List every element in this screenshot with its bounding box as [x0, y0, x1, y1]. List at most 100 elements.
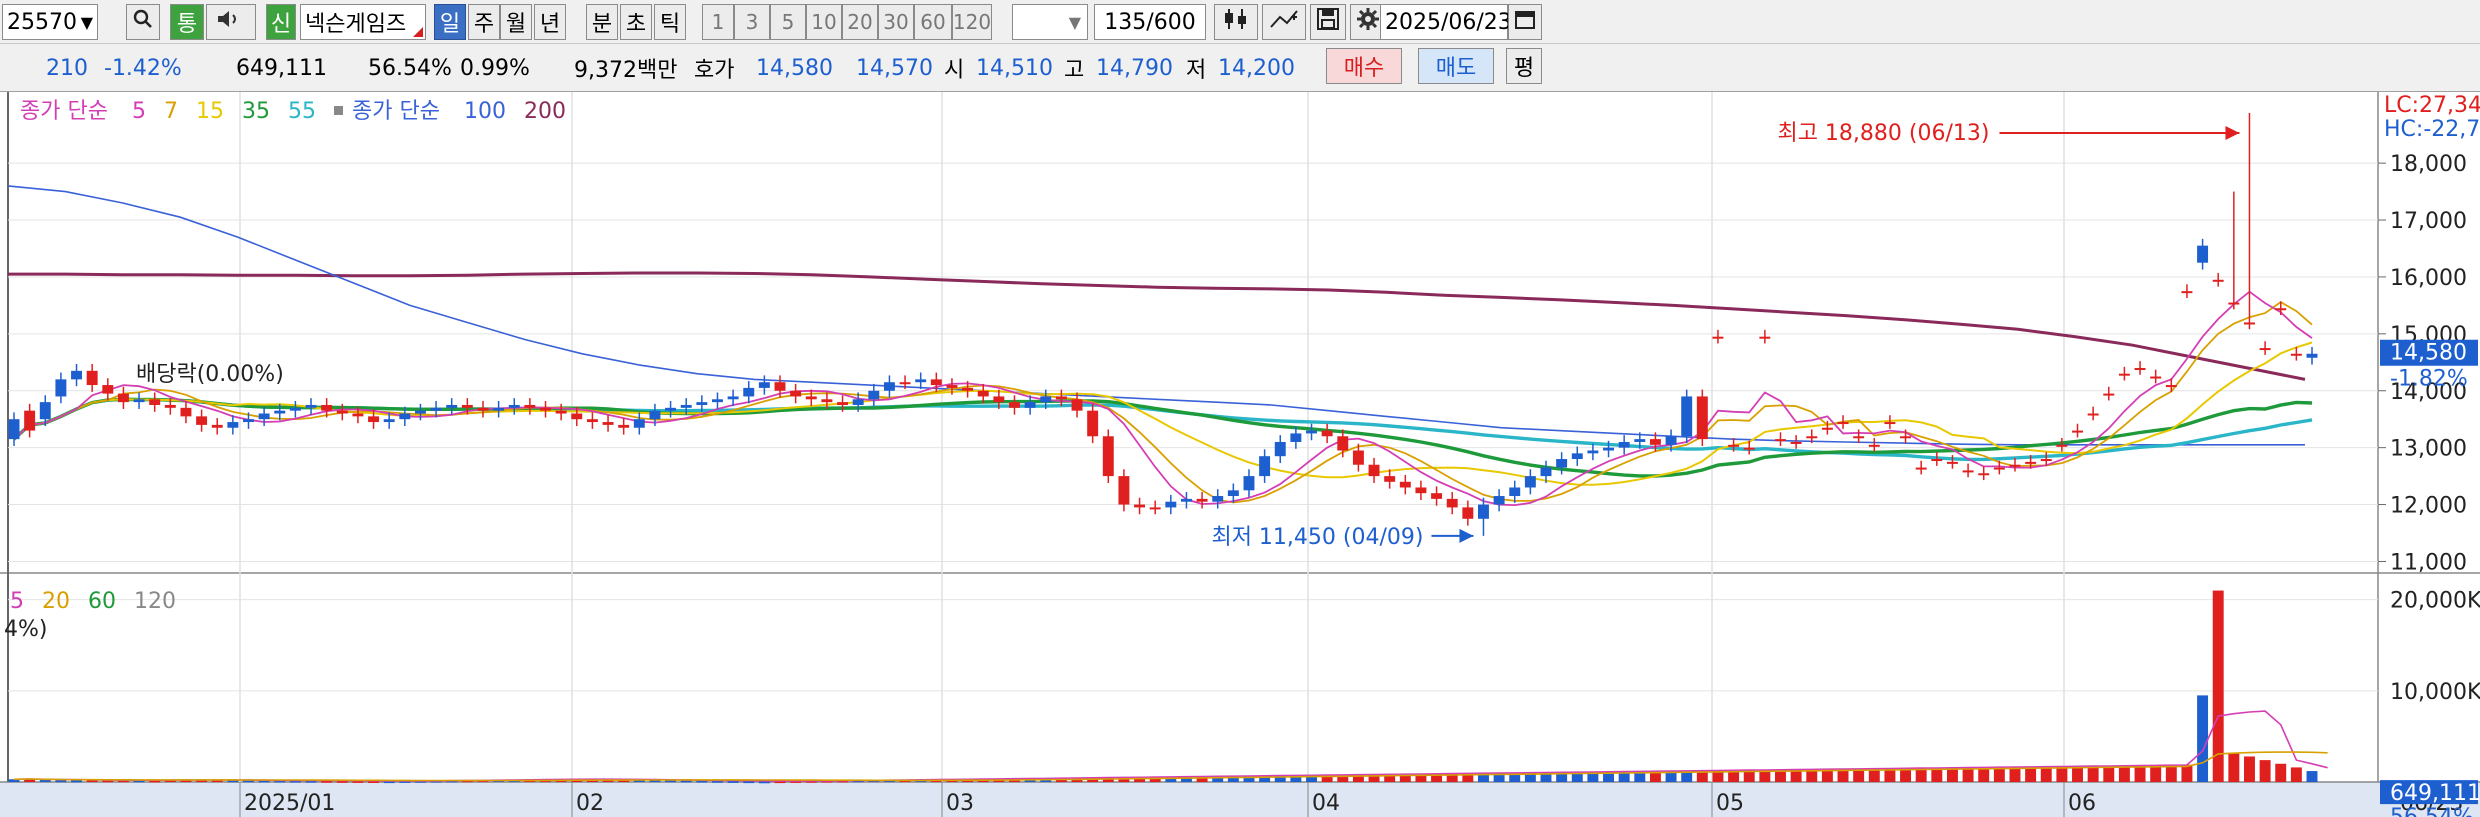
candle-type-button[interactable] — [1214, 4, 1258, 40]
time-axis-panel — [0, 782, 2480, 817]
candle — [2165, 385, 2177, 388]
date-input[interactable]: 2025/06/23 — [1380, 4, 1512, 40]
minute-option-5[interactable]: 5 — [770, 4, 806, 40]
candle — [1306, 430, 1317, 434]
candle — [1509, 487, 1521, 497]
candle — [414, 410, 426, 414]
price-chart[interactable]: 18,00017,00016,00015,00014,00013,00012,0… — [0, 92, 2480, 817]
line-tool-button[interactable] — [1262, 4, 1306, 40]
minute-select[interactable]: ▼ — [1012, 4, 1088, 40]
price-tick-label: 16,000 — [2390, 266, 2467, 291]
minute-option-3[interactable]: 3 — [734, 4, 770, 40]
volume-bar — [71, 780, 83, 783]
candle — [868, 390, 880, 400]
eval-button[interactable]: 평 — [1506, 48, 1542, 84]
price-tick-label: 18,000 — [2390, 152, 2467, 177]
stock-code-input[interactable]: 25570 ▼ — [2, 4, 98, 40]
minute-option-30[interactable]: 30 — [878, 4, 914, 40]
candle — [1243, 476, 1255, 491]
candle — [1259, 456, 1271, 477]
candle — [211, 424, 223, 428]
chevron-down-icon[interactable]: ▼ — [81, 13, 97, 32]
volume-bar — [2181, 764, 2193, 782]
candle — [711, 399, 723, 403]
stock-name-field[interactable]: 넥슨게임즈 — [300, 4, 426, 40]
candle — [1102, 436, 1114, 477]
candle — [493, 407, 505, 411]
candle — [336, 410, 348, 414]
save-button[interactable] — [1310, 4, 1346, 40]
annotation-low: 최저 11,450 (04/09) — [1211, 525, 1423, 550]
calendar-button[interactable] — [1508, 4, 1542, 40]
open-label: 시 — [944, 58, 965, 83]
candle — [2181, 291, 2193, 294]
legend-ma-title: 종가 단순 — [20, 99, 108, 124]
candle — [1649, 439, 1661, 445]
candle — [1196, 498, 1208, 502]
candle — [1712, 336, 1724, 339]
minute-option-60[interactable]: 60 — [914, 4, 952, 40]
candle — [805, 396, 817, 400]
low-price: 14,200 — [1218, 55, 1295, 81]
candle — [1524, 476, 1536, 488]
buy-button[interactable]: 매수 — [1326, 48, 1402, 84]
candle — [2259, 348, 2271, 351]
price-tick-label: 17,000 — [2390, 209, 2467, 234]
volume-rate: 56.54% — [368, 55, 452, 81]
candle — [1681, 396, 1693, 437]
search-button[interactable] — [126, 4, 160, 40]
stock-code-value: 25570 — [7, 9, 77, 35]
volume-tick-label: 20,000K — [2390, 589, 2480, 614]
candle — [149, 399, 161, 405]
period-tab-0[interactable]: 일 — [434, 4, 466, 40]
candle — [1946, 461, 1958, 464]
candle — [1071, 399, 1083, 411]
trade-amount: 9,372백만 — [574, 58, 678, 83]
legend-ma-5: 5 — [132, 99, 146, 124]
annotation-dividend: 배당락(0.00%) — [136, 362, 284, 387]
candle — [258, 413, 270, 420]
candle — [243, 419, 254, 423]
tong-button[interactable]: 통 — [170, 4, 204, 40]
minute-option-1[interactable]: 1 — [702, 4, 734, 40]
candle — [930, 379, 942, 386]
minute-option-10[interactable]: 10 — [806, 4, 842, 40]
period-tab-3[interactable]: 년 — [534, 4, 566, 40]
minute-option-120[interactable]: 120 — [952, 4, 992, 40]
corner-mark-icon — [413, 27, 423, 37]
period-tab-1[interactable]: 주 — [468, 4, 500, 40]
candle — [477, 407, 489, 411]
count-value: 135 — [1104, 9, 1147, 35]
ask-label: 호가 — [694, 58, 735, 83]
candle — [1165, 501, 1177, 508]
candle — [1212, 496, 1224, 502]
minute-option-20[interactable]: 20 — [842, 4, 878, 40]
candle — [1790, 441, 1802, 444]
candle — [2134, 367, 2146, 370]
price-tick-label: 13,000 — [2390, 437, 2467, 462]
period-tab-2[interactable]: 월 — [500, 4, 532, 40]
sound-button[interactable] — [206, 4, 256, 40]
candle — [2087, 413, 2099, 416]
legend-volume-note: 4%) — [4, 617, 47, 642]
sell-button[interactable]: 매도 — [1418, 48, 1494, 84]
legend-ma-7: 7 — [164, 99, 178, 124]
candle — [1665, 436, 1677, 445]
change-rate: -1.42% — [104, 55, 182, 81]
chart-background — [0, 92, 2480, 817]
candle — [1775, 439, 1786, 442]
candle — [962, 387, 974, 391]
candle — [665, 407, 677, 411]
candle — [1931, 459, 1943, 462]
period-tab-4[interactable]: 분 — [586, 4, 618, 40]
candle — [1024, 402, 1036, 408]
period-tab-6[interactable]: 틱 — [654, 4, 686, 40]
count-field[interactable]: 135/600 — [1094, 4, 1206, 40]
candle — [1180, 498, 1192, 502]
candle — [289, 407, 301, 411]
candle — [1587, 450, 1599, 454]
time-tick-label: 04 — [1312, 791, 1340, 816]
candle — [1821, 427, 1833, 430]
period-tab-5[interactable]: 초 — [620, 4, 652, 40]
candle — [368, 416, 380, 423]
